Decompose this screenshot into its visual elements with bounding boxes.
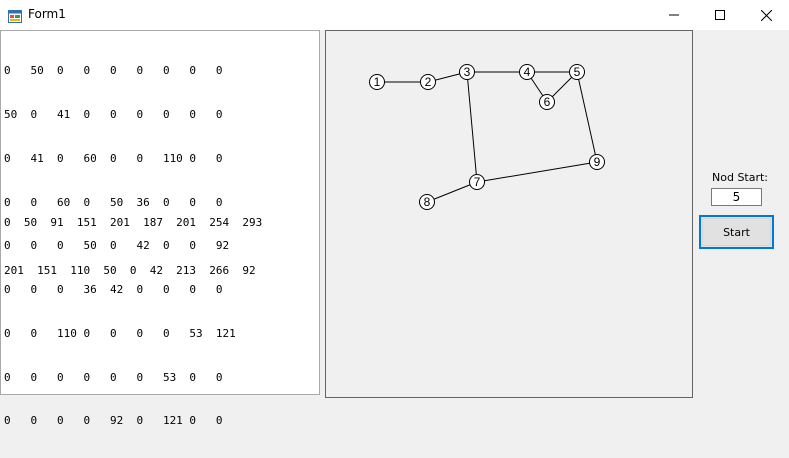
minimize-button[interactable] — [651, 0, 697, 30]
matrix-row: 0 0 110 0 0 0 0 53 121 — [4, 326, 236, 340]
graph-edge — [476, 161, 598, 183]
close-button[interactable] — [743, 0, 789, 30]
graph-node-label: 4 — [524, 65, 531, 79]
start-button[interactable]: Start — [699, 215, 774, 249]
matrix-row: 0 0 0 0 92 0 121 0 0 — [4, 414, 223, 428]
graph-node-1: 1 — [369, 74, 385, 90]
graph-drawing: 1 2 3 4 5 6 7 8 9 — [369, 64, 605, 210]
graph-node-label: 3 — [464, 65, 471, 79]
window-title: Form1 — [28, 7, 66, 21]
graph-node-label: 7 — [474, 175, 481, 189]
graph-node-5: 5 — [569, 64, 585, 80]
form-client-area: 0 50 0 0 0 0 0 0 0 50 0 41 0 0 0 0 0 0 0… — [0, 30, 789, 427]
start-button-label: Start — [702, 218, 771, 246]
maximize-icon — [715, 10, 725, 20]
graph-edge — [426, 181, 478, 203]
matrix-row: 0 0 0 0 0 0 53 0 0 — [4, 370, 223, 384]
minimize-icon — [669, 14, 679, 16]
matrix-row: 0 41 0 60 0 0 110 0 0 — [4, 151, 223, 165]
nod-start-label: Nod Start: — [712, 171, 769, 184]
graph-node-7: 7 — [469, 174, 485, 190]
maximize-button[interactable] — [697, 0, 743, 30]
graph-node-4: 4 — [519, 64, 535, 80]
app-icon — [8, 8, 22, 23]
graph-node-9: 9 — [589, 154, 605, 170]
matrix-row: 0 50 0 0 0 0 0 0 0 — [4, 64, 223, 78]
results-line: 0 50 91 151 201 187 201 254 293 — [4, 216, 263, 229]
graph-node-2: 2 — [420, 74, 436, 90]
graph-edge — [576, 71, 598, 163]
graph-node-6: 6 — [539, 94, 555, 110]
matrix-row: 50 0 41 0 0 0 0 0 0 — [4, 107, 223, 121]
graph-canvas[interactable]: 1 2 3 4 5 6 7 8 9 — [325, 30, 693, 398]
graph-node-label: 6 — [544, 95, 551, 109]
graph-node-3: 3 — [459, 64, 475, 80]
graph-edge — [466, 71, 478, 183]
graph-node-label: 2 — [425, 75, 432, 89]
graph-node-label: 8 — [424, 195, 431, 209]
close-icon — [760, 9, 772, 21]
results-line: 201 151 110 50 0 42 213 266 92 — [4, 264, 256, 277]
graph-node-label: 1 — [374, 75, 381, 89]
nod-start-input[interactable]: 5 — [711, 188, 762, 206]
title-bar[interactable]: Form1 — [0, 0, 789, 31]
graph-node-8: 8 — [419, 194, 435, 210]
output-textbox[interactable]: 0 50 0 0 0 0 0 0 0 50 0 41 0 0 0 0 0 0 0… — [0, 30, 320, 427]
graph-node-label: 9 — [594, 155, 601, 169]
distance-results: 0 50 91 151 201 187 201 254 293 201 151 … — [4, 183, 262, 311]
graph-node-label: 5 — [574, 65, 581, 79]
